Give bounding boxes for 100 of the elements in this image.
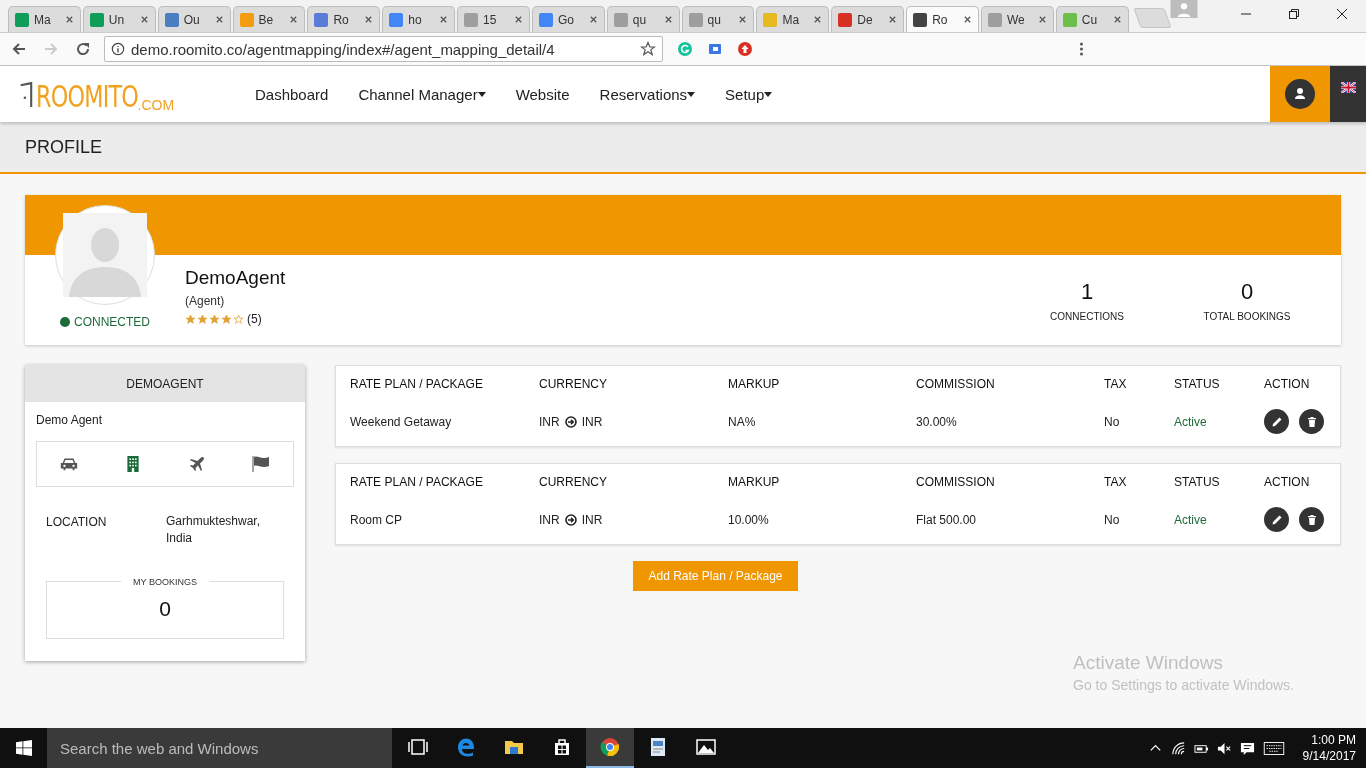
pencil-icon [1270, 513, 1283, 526]
search-field[interactable]: Search the web and Windows [47, 728, 392, 768]
browser-tab[interactable]: We [980, 6, 1054, 32]
wifi-icon[interactable] [1170, 740, 1186, 756]
agent-role: (Agent) [185, 294, 226, 308]
column-header: STATUS [1174, 377, 1221, 391]
browser-tab[interactable]: 15 [457, 6, 530, 32]
bookmark-star-icon[interactable] [640, 41, 656, 57]
stat-label: CONNECTIONS [1050, 311, 1124, 322]
keyboard-icon[interactable] [1262, 741, 1285, 755]
close-icon[interactable] [962, 15, 972, 24]
caret-icon [477, 91, 486, 97]
table-cell-text: 30.00% [916, 414, 958, 429]
nav-link[interactable]: Dashboard [255, 85, 329, 103]
taskbar-app[interactable] [586, 728, 634, 768]
browser-tab[interactable]: Un [82, 6, 156, 32]
delete-button[interactable] [1299, 409, 1324, 434]
column-header: ACTION [1264, 475, 1311, 489]
browser-tab[interactable]: Cu [1055, 6, 1129, 32]
address-field[interactable]: demo.roomito.co/agentmapping/index#/agent_mapping_detail/4 [104, 36, 663, 62]
table-cell: INR [539, 512, 560, 527]
arrow-circle-icon [564, 513, 577, 526]
edit-button[interactable] [1264, 409, 1289, 434]
logo-suffix: .COM [137, 98, 175, 112]
delete-button[interactable] [1299, 507, 1324, 532]
close-icon[interactable] [813, 15, 823, 24]
column-header: MARKUP [728, 377, 781, 391]
close-icon[interactable] [1037, 15, 1047, 24]
close-icon[interactable] [513, 15, 523, 24]
nav-link[interactable]: Setup [725, 85, 773, 103]
table-cell-text: No [1104, 414, 1121, 429]
column-header: RATE PLAN / PACKAGE [350, 475, 484, 489]
close-icon[interactable] [1112, 15, 1122, 24]
star-icon [185, 313, 196, 325]
browser-e-icon [456, 737, 476, 757]
column-header: ACTION [1264, 377, 1311, 391]
page-title: PROFILE [25, 136, 103, 158]
stat-label: TOTAL BOOKINGS [1203, 311, 1291, 322]
close-icon[interactable] [888, 15, 898, 24]
close-icon[interactable] [588, 15, 598, 24]
status-dot [60, 317, 70, 327]
extension-icon[interactable] [737, 41, 753, 57]
pencil-icon [1270, 415, 1283, 428]
car-icon [59, 456, 79, 472]
close-icon[interactable] [139, 15, 149, 24]
browser-tab[interactable]: Ma [8, 6, 81, 32]
info-icon [111, 42, 125, 56]
my-bookings-label: MY BOOKINGS [121, 577, 209, 587]
muted-speaker-icon[interactable] [1216, 740, 1232, 756]
browser-tab[interactable]: qu [606, 6, 680, 32]
user-menu-button[interactable] [1270, 66, 1330, 122]
stat-value: 0 [1240, 279, 1254, 305]
caret-icon [764, 91, 773, 97]
browser-tab[interactable]: Ro [906, 6, 979, 32]
user-icon [1285, 79, 1315, 109]
browser-tab[interactable]: Ma [756, 6, 830, 32]
close-icon[interactable] [64, 15, 74, 24]
close-icon[interactable] [738, 15, 748, 24]
document-icon [648, 737, 668, 757]
close-icon[interactable] [439, 15, 449, 24]
table-cell-text: Room CP [350, 512, 403, 527]
flag-icon [1340, 82, 1356, 93]
browser-tab[interactable]: Ro [307, 6, 381, 32]
table-cell-text: No [1104, 512, 1121, 527]
clock-time: 1:00 PM [1311, 732, 1356, 748]
browser-tab[interactable]: De [831, 6, 905, 32]
clock[interactable]: 1:00 PM 9/14/2017 [1302, 732, 1356, 764]
task-view-icon [408, 737, 428, 757]
table-cell-text: Flat 500.00 [916, 512, 978, 527]
column-header: TAX [1104, 377, 1128, 391]
status-text: Active [1174, 414, 1208, 429]
browser-tab[interactable]: Ou [157, 6, 231, 32]
column-header: CURRENCY [539, 475, 608, 489]
language-button[interactable] [1330, 66, 1366, 122]
edit-button[interactable] [1264, 507, 1289, 532]
person-silhouette-icon [63, 213, 147, 297]
browser-circle-icon [600, 737, 620, 757]
picture-icon [696, 737, 716, 757]
location-label: LOCATION [46, 515, 108, 531]
close-icon[interactable] [663, 15, 673, 24]
table-cell-text: Weekend Getaway [350, 414, 453, 429]
nav-link[interactable]: Website [515, 85, 570, 103]
browser-tab[interactable]: ho [382, 6, 456, 32]
browser-tab[interactable]: Be [232, 6, 306, 32]
close-icon[interactable] [364, 15, 374, 24]
extension-icon[interactable] [707, 41, 723, 57]
column-header: CURRENCY [539, 377, 608, 391]
nav-link[interactable]: Reservations [599, 85, 696, 103]
browser-tab[interactable]: qu [681, 6, 755, 32]
trash-icon [1305, 415, 1318, 428]
close-icon[interactable] [289, 15, 299, 24]
table-cell: INR [581, 414, 603, 429]
notification-icon[interactable] [1239, 740, 1255, 756]
nav-link[interactable]: Channel Manager [358, 85, 486, 103]
arrow-circle-icon [564, 415, 577, 428]
table-cell: INR [539, 414, 560, 429]
browser-tab[interactable]: Go [531, 6, 605, 32]
close-icon[interactable] [214, 15, 224, 24]
table-cell-text: NA% [728, 414, 757, 429]
my-bookings-count: 0 [159, 597, 171, 621]
